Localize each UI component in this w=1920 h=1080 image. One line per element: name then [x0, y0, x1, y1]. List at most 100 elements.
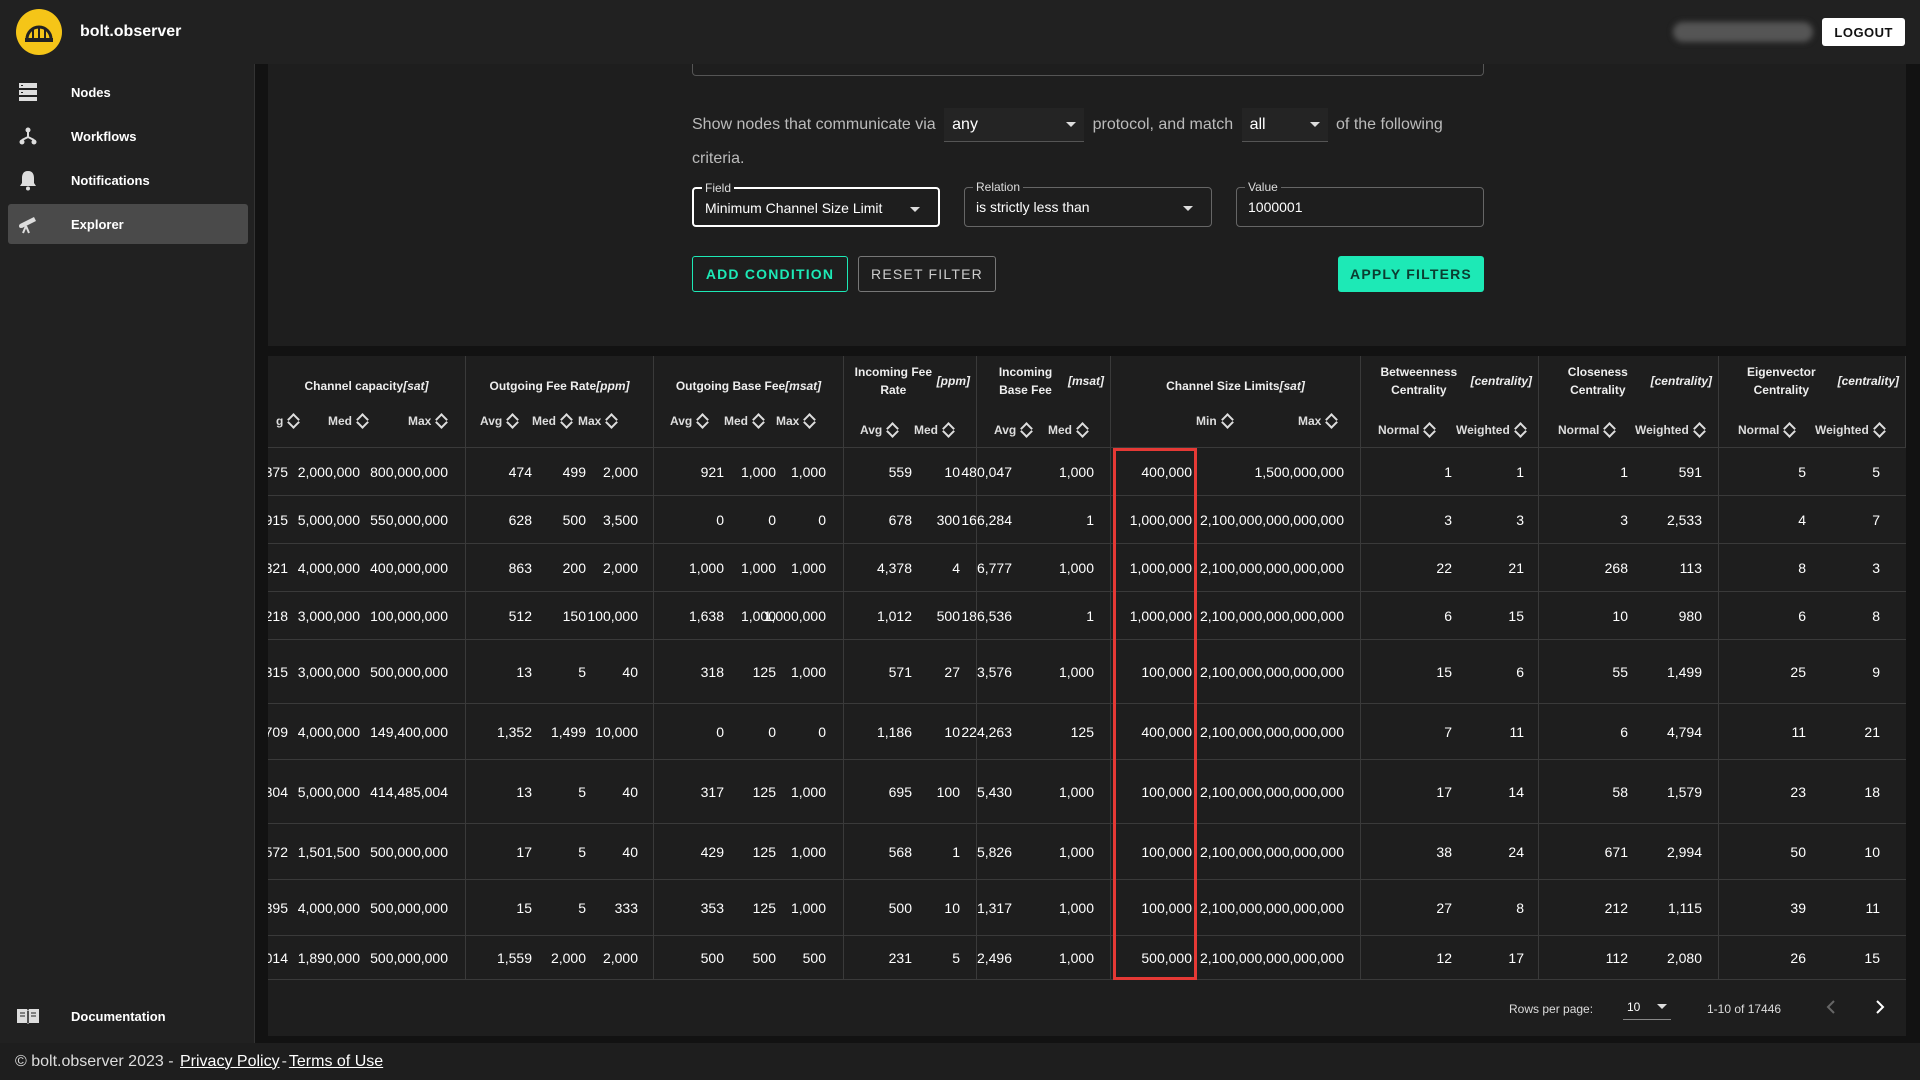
sort-icon[interactable]: [1874, 421, 1886, 439]
value-input[interactable]: Value 1000001: [1236, 180, 1484, 227]
sort-icon[interactable]: [697, 412, 709, 430]
search-field-bottom[interactable]: [692, 64, 1484, 76]
next-page-button[interactable]: [1868, 995, 1892, 1019]
column-header-label: Med: [724, 414, 748, 428]
sortable-column-header[interactable]: Med: [328, 406, 369, 436]
table-row[interactable]: 218 3,000,000 100,000,000 512 150 100,000 1,63…: [268, 592, 1906, 640]
sortable-column-header[interactable]: Weighted: [1815, 415, 1886, 445]
table-row[interactable]: 915 5,000,000 550,000,000 628 500 3,500 0 0 0 678…: [268, 496, 1906, 544]
sort-icon[interactable]: [1424, 421, 1436, 439]
match-select[interactable]: all: [1241, 108, 1328, 142]
table-row[interactable]: 304 5,000,000 414,485,004 13 5 40 317 125 1,000 6…: [268, 760, 1906, 824]
table-cell: 11: [1509, 724, 1524, 740]
sortable-column-header[interactable]: Avg: [480, 406, 519, 436]
table-cell: 480,047: [961, 464, 1012, 480]
rows-per-page-select[interactable]: 10: [1623, 994, 1671, 1020]
sort-icon[interactable]: [887, 421, 899, 439]
reset-filter-button[interactable]: RESET FILTER: [858, 256, 996, 292]
sort-icon[interactable]: [436, 412, 448, 430]
sort-icon[interactable]: [1784, 421, 1796, 439]
sortable-column-header[interactable]: Normal: [1378, 415, 1436, 445]
sort-icon[interactable]: [804, 412, 816, 430]
filter-sentence: Show nodes that communicate via any prot…: [692, 108, 1492, 176]
logout-button[interactable]: LOGOUT: [1822, 18, 1905, 46]
protocol-select[interactable]: any: [944, 108, 1085, 142]
bolt-logo-icon[interactable]: [16, 9, 62, 55]
sortable-column-header[interactable]: Weighted: [1635, 415, 1706, 445]
table-cell: 125: [752, 664, 776, 680]
table-cell: 2,100,000,000,000,000: [1199, 900, 1344, 916]
sortable-column-header[interactable]: Avg: [994, 415, 1033, 445]
sidebar-item-nodes[interactable]: Nodes: [8, 72, 248, 112]
sort-icon[interactable]: [1515, 421, 1527, 439]
sort-icon[interactable]: [357, 412, 369, 430]
sort-icon[interactable]: [1077, 421, 1089, 439]
sort-icon[interactable]: [1021, 421, 1033, 439]
sidebar-item-workflows[interactable]: Workflows: [8, 116, 248, 156]
sort-icon[interactable]: [561, 412, 573, 430]
column-group-unit: [centrality]: [1470, 374, 1532, 388]
column-divider: [1110, 824, 1111, 880]
table-cell: 13: [516, 784, 532, 800]
table-row[interactable]: 709 4,000,000 149,400,000 1,352 1,499 10,000 0…: [268, 704, 1906, 760]
sidebar-item-explorer[interactable]: Explorer: [8, 204, 248, 244]
sortable-column-header[interactable]: Weighted: [1456, 415, 1527, 445]
book-icon: [8, 1007, 48, 1025]
table-cell: 321: [268, 560, 288, 576]
field-select[interactable]: Field Minimum Channel Size Limit: [692, 181, 940, 227]
table-cell: 166,284: [961, 512, 1012, 528]
sort-icon[interactable]: [1222, 412, 1234, 430]
previous-page-button[interactable]: [1819, 995, 1843, 1019]
sortable-column-header[interactable]: Med: [1048, 415, 1089, 445]
sidebar-item-notifications[interactable]: Notifications: [8, 160, 248, 200]
terms-of-use-link[interactable]: Terms of Use: [289, 1053, 383, 1071]
table-row[interactable]: 014 1,890,000 500,000,000 1,559 2,000 2,000 50…: [268, 936, 1906, 980]
apply-filters-button[interactable]: APPLY FILTERS: [1338, 256, 1484, 292]
relation-select[interactable]: Relation is strictly less than: [964, 180, 1212, 227]
sortable-column-header[interactable]: Normal: [1558, 415, 1616, 445]
sortable-column-header[interactable]: Max: [578, 406, 618, 436]
sort-icon[interactable]: [1604, 421, 1616, 439]
column-divider: [1360, 760, 1361, 824]
table-cell: 559: [888, 464, 912, 480]
sort-icon[interactable]: [943, 421, 955, 439]
sort-icon[interactable]: [507, 412, 519, 430]
brand-name[interactable]: bolt.observer: [80, 23, 181, 41]
table-row[interactable]: 572 1,501,500 500,000,000 17 5 40 429 125 1,000 5…: [268, 824, 1906, 880]
table-cell: 200: [562, 560, 586, 576]
add-condition-button[interactable]: ADD CONDITION: [692, 256, 848, 292]
sidebar-item-label: Notifications: [71, 172, 150, 188]
sort-icon[interactable]: [606, 412, 618, 430]
sort-icon[interactable]: [1326, 412, 1338, 430]
sortable-column-header[interactable]: Normal: [1738, 415, 1796, 445]
sort-icon[interactable]: [1694, 421, 1706, 439]
sortable-column-header[interactable]: Med: [532, 406, 573, 436]
column-header-label: g: [276, 414, 284, 428]
table-row[interactable]: 395 4,000,000 500,000,000 15 5 333 353 125 1,000…: [268, 880, 1906, 936]
sortable-column-header[interactable]: Max: [1298, 406, 1338, 436]
table-cell: 0: [818, 724, 826, 740]
sort-icon[interactable]: [753, 412, 765, 430]
sortable-column-header[interactable]: Med: [724, 406, 765, 436]
sortable-column-header[interactable]: g: [276, 406, 300, 436]
table-cell: 1,000: [688, 560, 724, 576]
sort-icon[interactable]: [288, 412, 300, 430]
table-row[interactable]: 315 3,000,000 500,000,000 13 5 40 318 125 1,000 5…: [268, 640, 1906, 704]
sortable-column-header[interactable]: Med: [914, 415, 955, 445]
table-cell: 400,000,000: [370, 560, 448, 576]
table-cell: 1,317: [976, 900, 1012, 916]
table-row[interactable]: 375 2,000,000 800,000,000 474 499 2,000 921 1,0…: [268, 448, 1906, 496]
sortable-column-header[interactable]: Min: [1196, 406, 1234, 436]
table-cell: 695: [888, 784, 912, 800]
table-row[interactable]: 321 4,000,000 400,000,000 863 200 2,000 1,000 1…: [268, 544, 1906, 592]
chevron-right-icon: [1876, 1000, 1885, 1014]
column-divider: [653, 824, 654, 880]
table-cell: 2,080: [1666, 950, 1702, 966]
column-divider: [1538, 936, 1539, 980]
sortable-column-header[interactable]: Max: [776, 406, 816, 436]
sidebar-item-documentation[interactable]: Documentation: [8, 996, 248, 1036]
sortable-column-header[interactable]: Max: [408, 406, 448, 436]
sortable-column-header[interactable]: Avg: [860, 415, 899, 445]
sortable-column-header[interactable]: Avg: [670, 406, 709, 436]
privacy-policy-link[interactable]: Privacy Policy: [180, 1053, 280, 1071]
